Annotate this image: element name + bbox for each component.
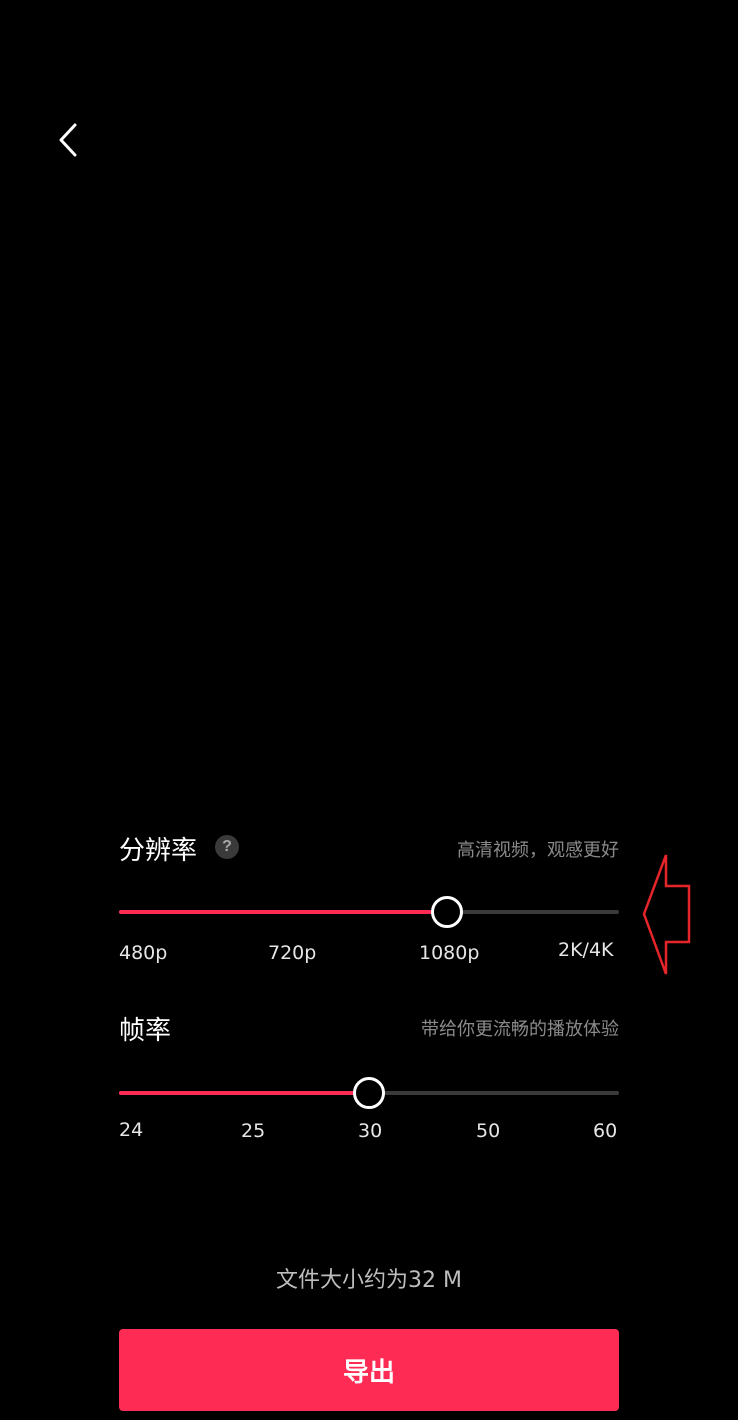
question-icon[interactable]: ?	[215, 835, 239, 859]
framerate-option-25[interactable]: 25	[241, 1120, 265, 1142]
framerate-slider-thumb[interactable]	[353, 1077, 385, 1109]
back-button[interactable]	[44, 114, 92, 166]
framerate-option-60[interactable]: 60	[593, 1120, 617, 1142]
framerate-option-50[interactable]: 50	[476, 1120, 500, 1142]
resolution-slider-thumb[interactable]	[431, 896, 463, 928]
framerate-option-30[interactable]: 30	[358, 1120, 382, 1142]
resolution-option-2k4k[interactable]: 2K/4K	[558, 939, 614, 961]
framerate-title: 帧率	[119, 1016, 172, 1046]
resolution-hint: 高清视频，观感更好	[457, 840, 619, 861]
resolution-option-480p[interactable]: 480p	[119, 942, 167, 964]
left-arrow-outline-icon	[642, 854, 691, 975]
resolution-slider-fill	[119, 910, 447, 914]
framerate-option-24[interactable]: 24	[119, 1119, 143, 1141]
framerate-hint: 带给你更流畅的播放体验	[421, 1019, 619, 1040]
resolution-title: 分辨率	[119, 836, 198, 866]
framerate-slider-fill	[119, 1091, 369, 1095]
file-size-text: 文件大小约为32 M	[276, 1268, 462, 1293]
resolution-slider[interactable]	[119, 892, 619, 932]
resolution-option-1080p[interactable]: 1080p	[419, 942, 479, 964]
framerate-slider[interactable]	[119, 1073, 619, 1113]
export-button[interactable]: 导出	[119, 1329, 619, 1411]
resolution-option-720p[interactable]: 720p	[268, 942, 316, 964]
chevron-left-icon	[59, 123, 77, 157]
